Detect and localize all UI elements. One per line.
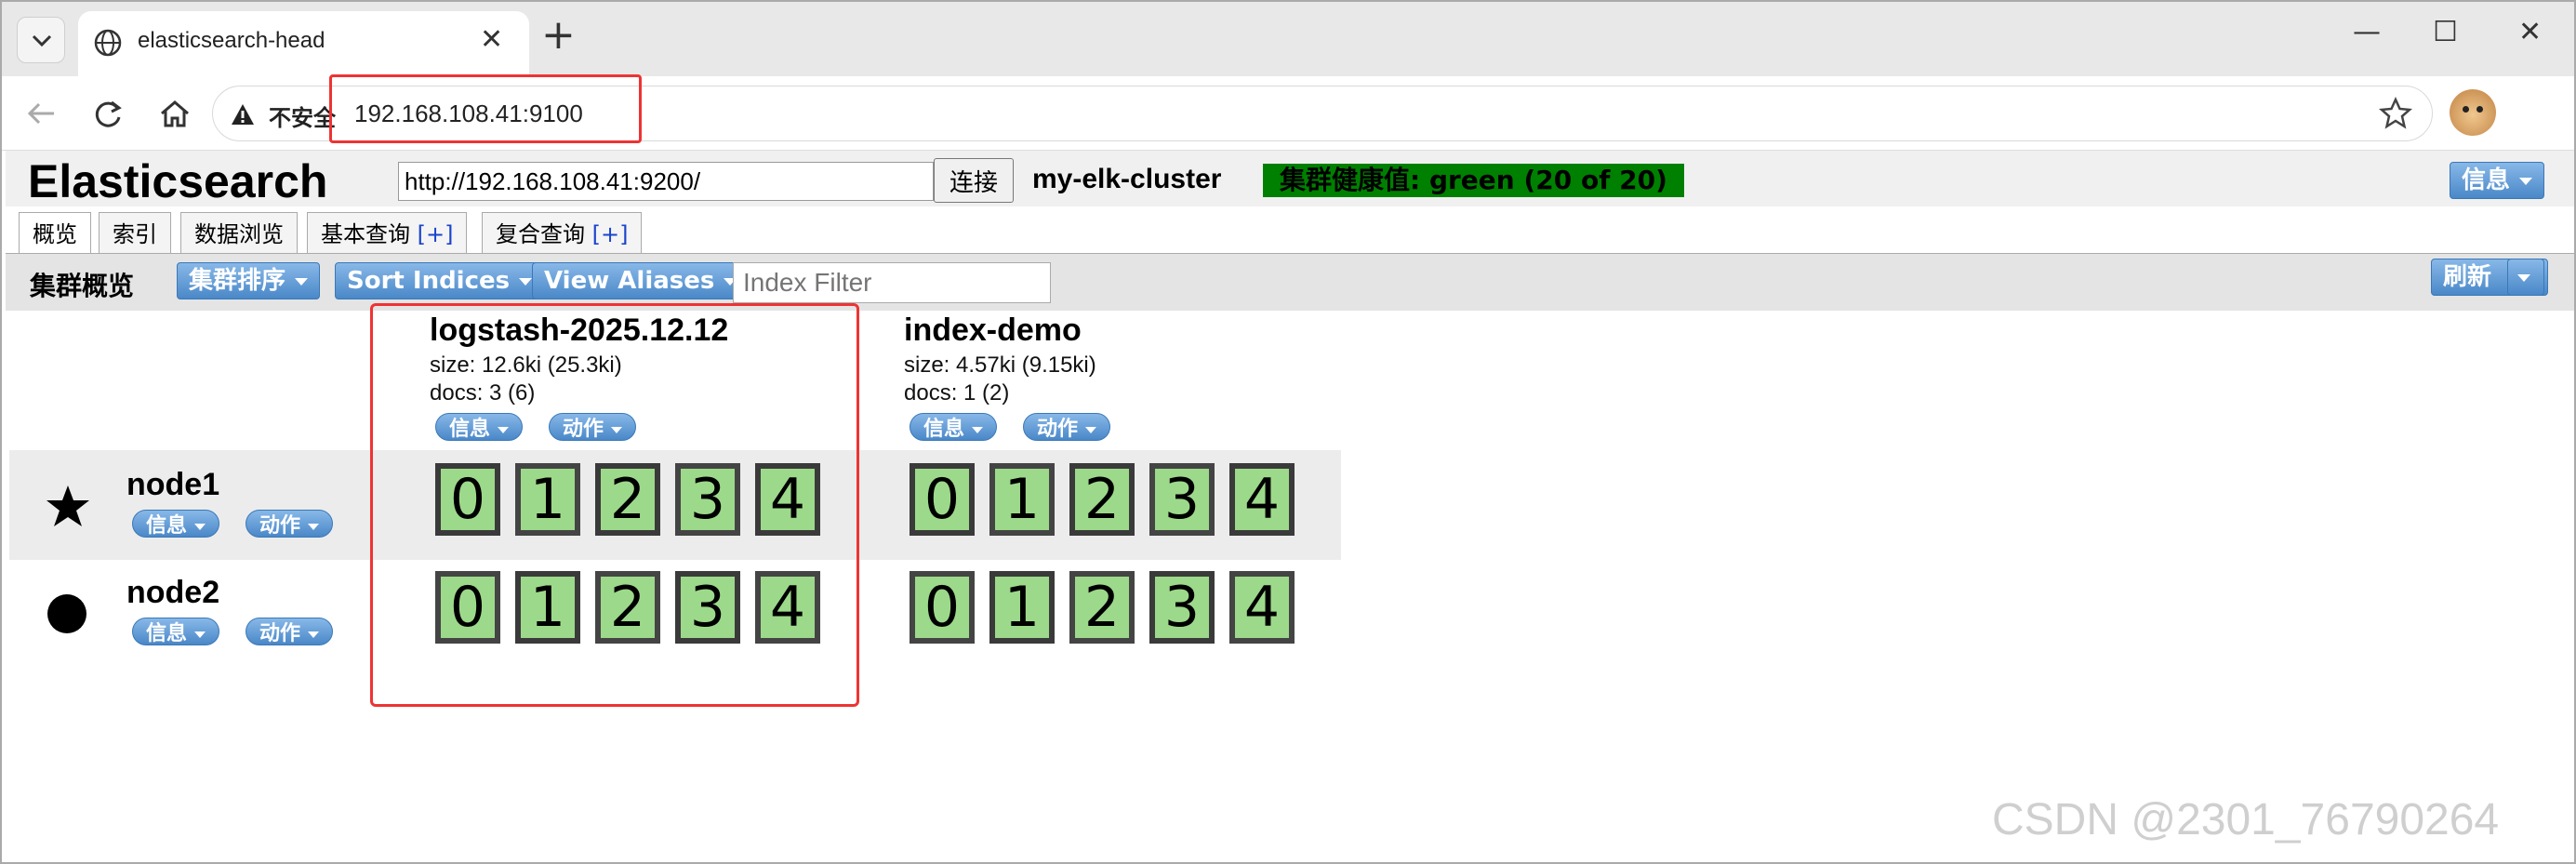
tab-indices[interactable]: 索引 [99,212,171,255]
minimize-icon[interactable]: — [2353,19,2381,47]
view-aliases-button[interactable]: View Aliases [532,262,750,299]
tab-label: 索引 [113,221,157,247]
close-icon[interactable]: ✕ [480,26,503,54]
caret-down-icon [194,631,206,638]
caret-down-icon [308,523,320,530]
tab-label: 概览 [33,221,77,247]
index-name: index-demo [904,312,1082,348]
refresh-dropdown-button[interactable] [2507,259,2544,296]
caret-down-icon [519,277,533,286]
tab-label: 复合查询 [496,221,585,247]
es-url-input[interactable] [398,162,934,201]
shard-replica[interactable]: 4 [1229,571,1295,644]
index-info-button[interactable]: 信息 [910,413,998,441]
tab-title: elasticsearch-head [138,28,325,53]
chevron-down-icon [32,34,52,47]
info-label: 信息 [146,622,188,645]
tab-compound-query[interactable]: 复合查询 [+] [482,212,643,255]
shard-primary[interactable]: 3 [1149,571,1215,644]
shard-replica[interactable]: 2 [1069,571,1135,644]
sort-cluster-button[interactable]: 集群排序 [177,262,321,299]
new-tab-icon[interactable]: + [541,15,576,56]
bookmark-star-icon[interactable] [2378,96,2413,131]
tab-plus: [+] [591,221,629,247]
caret-down-icon [972,426,984,433]
warning-icon [232,104,254,125]
home-icon[interactable] [156,95,193,132]
node-name: node2 [126,575,220,610]
toolbar-title: 集群概览 [30,271,135,301]
sort-indices-button[interactable]: Sort Indices [335,262,545,299]
index-docs: docs: 1 (2) [904,380,1010,405]
shard-primary[interactable]: 4 [1229,463,1295,536]
tab-list-button[interactable] [17,17,65,63]
watermark: CSDN @2301_76790264 [1992,795,2500,844]
shard-replica[interactable]: 3 [1149,463,1215,536]
circle-icon [47,594,86,633]
caret-down-icon [2517,273,2530,282]
tab-label: 基本查询 [321,221,410,247]
back-arrow-icon[interactable] [22,95,60,132]
action-label: 动作 [1037,418,1079,441]
cluster-name: my-elk-cluster [1032,164,1222,194]
browser-window: elasticsearch-head ✕ + — ☐ ✕ 不安全 192.168… [0,0,2576,864]
tab-browser[interactable]: 数据浏览 [180,212,298,255]
caret-down-icon [1085,426,1097,433]
shard-primary[interactable]: 2 [1069,463,1135,536]
node-action-button[interactable]: 动作 [246,618,334,645]
node-info-button[interactable]: 信息 [132,510,220,538]
info-label: 信息 [923,418,965,441]
caret-down-icon [2519,177,2533,185]
connect-button[interactable]: 连接 [934,158,1014,203]
index-size: size: 4.57ki (9.15ki) [904,352,1096,378]
avatar[interactable] [2450,89,2496,136]
shard-replica[interactable]: 0 [910,571,975,644]
maximize-icon[interactable]: ☐ [2433,19,2458,47]
sort-indices-label: Sort Indices [347,267,511,295]
action-label: 动作 [259,514,301,538]
shard-primary[interactable]: 1 [989,571,1055,644]
node-info-button[interactable]: 信息 [132,618,220,645]
view-aliases-label: View Aliases [544,267,715,295]
caret-down-icon [308,631,320,638]
index-filter-input[interactable] [733,262,1051,303]
info-label: 信息 [146,514,188,538]
info-menu-button[interactable]: 信息 [2450,162,2545,199]
action-label: 动作 [259,622,301,645]
sort-cluster-label: 集群排序 [189,267,286,295]
app-logo: Elasticsearch [28,155,328,207]
caret-down-icon [194,523,206,530]
index-highlight-box [370,303,859,707]
url-highlight-box [329,74,642,143]
insecure-label: 不安全 [269,105,336,131]
shard-replica[interactable]: 1 [989,463,1055,536]
window-close-icon[interactable]: ✕ [2518,19,2542,47]
shard-primary[interactable]: 0 [910,463,975,536]
reload-icon[interactable] [89,95,126,132]
info-menu-label: 信息 [2462,166,2511,194]
tab-plus: [+] [417,221,454,247]
cluster-health-badge: 集群健康值: green (20 of 20) [1263,164,1684,197]
tab-label: 数据浏览 [194,221,284,247]
node-name: node1 [126,467,220,502]
refresh-label: 刷新 [2443,263,2492,291]
index-action-button[interactable]: 动作 [1023,413,1111,441]
node-action-button[interactable]: 动作 [246,510,334,538]
tab-overview[interactable]: 概览 [19,212,91,255]
globe-icon [94,29,122,57]
tab-strip: elasticsearch-head ✕ + — ☐ ✕ [2,2,2574,76]
tab-basic-query[interactable]: 基本查询 [+] [307,212,468,255]
caret-down-icon [295,277,309,286]
star-icon [46,485,89,526]
browser-tab[interactable]: elasticsearch-head ✕ [78,11,529,76]
